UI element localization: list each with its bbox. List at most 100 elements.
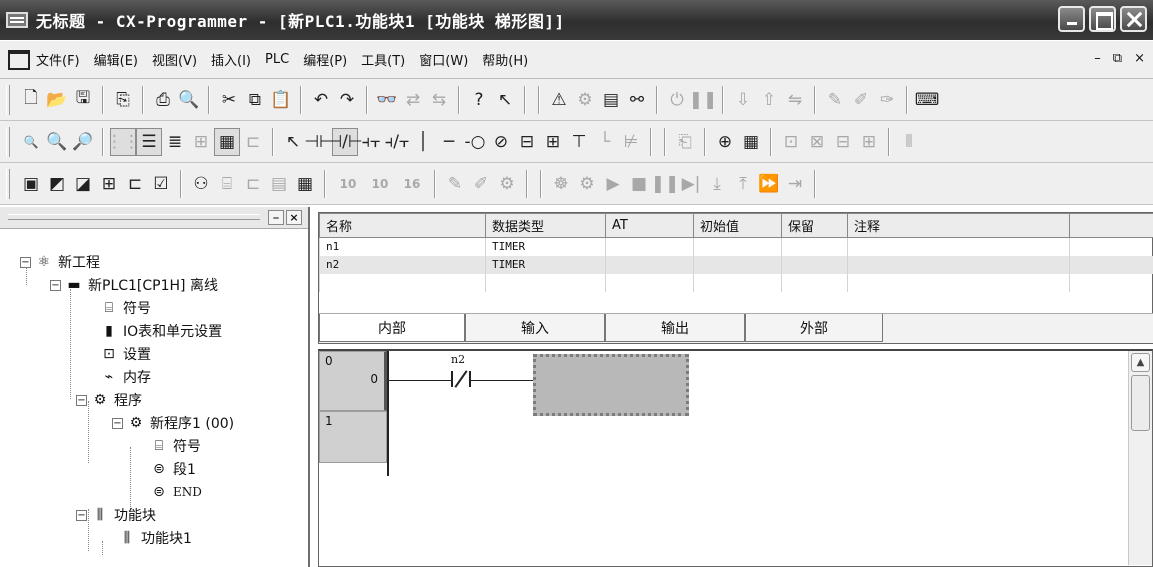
select-icon[interactable]: ↖ — [280, 128, 306, 156]
contact-operand[interactable]: n2 — [451, 353, 465, 366]
collapse-toggle[interactable]: − — [76, 394, 87, 406]
copy-icon[interactable]: ⧉ — [242, 86, 268, 114]
tree-node-function-blocks[interactable]: − ⫼ 功能块 — [76, 504, 156, 526]
column-header-at[interactable]: AT — [605, 213, 694, 238]
compile-icon[interactable]: ⊕ — [712, 128, 738, 156]
context-help-icon[interactable]: ↖ — [492, 86, 518, 114]
rung-icon[interactable]: ⊞ — [188, 128, 214, 156]
stop-square-icon[interactable]: ■ — [626, 170, 652, 198]
diff-icon[interactable]: ⚙ — [494, 170, 520, 198]
cell-name[interactable]: n2 — [319, 255, 486, 274]
tree-node-program-symbols[interactable]: ⌸ 符号 — [150, 435, 201, 457]
project-window-icon[interactable]: ▣ — [18, 170, 44, 198]
io-comment-icon[interactable]: ⊏ — [122, 170, 148, 198]
cursor-selection-block[interactable] — [533, 354, 689, 416]
scroll-up-button[interactable]: ▲ — [1131, 353, 1150, 372]
tab-internal[interactable]: 内部 — [319, 314, 465, 342]
vertical-scrollbar[interactable]: ▲ — [1128, 351, 1152, 565]
force-cancel-icon[interactable]: ⊟ — [830, 128, 856, 156]
cell-name[interactable]: n1 — [319, 237, 486, 256]
tree-node-plc[interactable]: − ▬ 新PLC1[CP1H] 离线 — [50, 274, 218, 296]
overflow-icon[interactable]: ⦀ — [896, 128, 922, 156]
table-row[interactable]: n1 TIMER — [319, 237, 1153, 256]
transfer-icon[interactable]: ⇩ — [730, 86, 756, 114]
fb-icon[interactable]: ⊏ — [240, 128, 266, 156]
label-16-icon[interactable]: 16 — [396, 170, 428, 198]
toolbar-grip[interactable] — [6, 168, 10, 199]
paste-icon[interactable]: 📋 — [268, 86, 294, 114]
list-icon[interactable]: ≣ — [162, 128, 188, 156]
normally-closed-contact[interactable] — [449, 370, 473, 389]
online-edit-icon[interactable]: ✎ — [442, 170, 468, 198]
replace-icon[interactable]: ⇄ — [400, 86, 426, 114]
document-system-menu-icon[interactable] — [8, 49, 30, 70]
zoom-out-icon[interactable]: 🔎 — [70, 128, 96, 156]
compare-plc-icon[interactable]: ⇋ — [782, 86, 808, 114]
force-off-icon[interactable]: ⊠ — [804, 128, 830, 156]
corner-icon[interactable]: └ — [592, 128, 618, 156]
memory-icon[interactable]: ▤ — [266, 170, 292, 198]
contact-or-nc-icon[interactable]: ⫞/⫟ — [384, 128, 410, 156]
maximize-button[interactable] — [1089, 6, 1116, 32]
print-icon[interactable]: ⎙ — [150, 86, 176, 114]
tree-node-programs[interactable]: − ⚙ 程序 — [76, 389, 142, 411]
vertical-line-icon[interactable]: │ — [410, 128, 436, 156]
collapse-toggle[interactable]: − — [76, 509, 87, 521]
step-icon[interactable]: ⚙ — [574, 170, 600, 198]
menu-program[interactable]: 编程(P) — [303, 50, 347, 69]
column-header-name[interactable]: 名称 — [319, 213, 486, 238]
column-header-initial[interactable]: 初始值 — [693, 213, 782, 238]
contact-nc-icon[interactable]: ⊣/⊢ — [327, 127, 363, 156]
menu-plc[interactable]: PLC — [265, 52, 289, 67]
label-10b-icon[interactable]: 10 — [364, 170, 396, 198]
toolbar-grip[interactable] — [6, 126, 10, 157]
cell-comment[interactable] — [847, 255, 1070, 274]
online-edit-icon[interactable]: ✎ — [822, 86, 848, 114]
table-row-empty[interactable] — [319, 273, 1153, 292]
fb-call-icon[interactable]: ⊞ — [540, 128, 566, 156]
cell-type[interactable]: TIMER — [485, 255, 606, 274]
upload-icon[interactable]: ⇧ — [756, 86, 782, 114]
column-header-comment[interactable]: 注释 — [847, 213, 1070, 238]
pause-icon[interactable]: ❚❚ — [689, 86, 718, 114]
tree-node-project[interactable]: − ⚛ 新工程 — [20, 251, 100, 273]
pause-icon[interactable]: ❚❚ — [651, 170, 680, 198]
cell-type[interactable]: TIMER — [485, 237, 606, 256]
cross-ref-icon[interactable]: ⚇ — [188, 170, 214, 198]
watch-window-icon[interactable]: ◪ — [70, 170, 96, 198]
cell-comment[interactable] — [847, 237, 1070, 256]
properties-icon[interactable]: ☑ — [148, 170, 174, 198]
minimize-button[interactable] — [1058, 6, 1085, 32]
keyboard-icon[interactable]: ⌨ — [914, 86, 940, 114]
toolbar-grip[interactable] — [6, 84, 10, 115]
tree-node-io-table[interactable]: ▮ IO表和单元设置 — [100, 320, 222, 342]
fast-forward-icon[interactable]: ⏩ — [756, 170, 782, 198]
open-file-icon[interactable]: 📂 — [44, 86, 70, 114]
redo-icon[interactable]: ↷ — [334, 86, 360, 114]
dock-button[interactable]: ⎯ — [268, 210, 284, 225]
cell-initial[interactable] — [693, 237, 782, 256]
menu-edit[interactable]: 编辑(E) — [94, 50, 138, 69]
bar-icon[interactable]: ▦ — [214, 127, 240, 156]
step-out-icon[interactable]: ⤒ — [730, 170, 756, 198]
menu-tools[interactable]: 工具(T) — [361, 50, 405, 69]
horizontal-line-icon[interactable]: ─ — [436, 128, 462, 156]
cell-initial[interactable] — [693, 255, 782, 274]
program-check-icon[interactable]: ▦ — [738, 128, 764, 156]
edit-send-icon[interactable]: ✑ — [874, 86, 900, 114]
set-value-icon[interactable]: ⊞ — [856, 128, 882, 156]
tree-node-end[interactable]: ⊜ END — [150, 481, 202, 503]
stop-icon[interactable]: ☸ — [548, 170, 574, 198]
force-on-icon[interactable]: ⊡ — [778, 128, 804, 156]
zoom-small-icon[interactable]: 🔍 — [18, 128, 44, 156]
cell-at[interactable] — [605, 237, 694, 256]
io-table-icon[interactable]: ▦ — [292, 170, 318, 198]
collapse-toggle[interactable]: − — [50, 279, 61, 291]
show-comments-icon[interactable]: ☰ — [136, 127, 162, 156]
tab-input[interactable]: 输入 — [465, 314, 605, 342]
binoculars-icon[interactable]: ⚯ — [624, 86, 650, 114]
edit-cancel-icon[interactable]: ✐ — [848, 86, 874, 114]
find-replace-icon[interactable]: ⇆ — [426, 86, 452, 114]
close-button[interactable] — [1120, 6, 1147, 32]
menu-window[interactable]: 窗口(W) — [419, 50, 468, 69]
